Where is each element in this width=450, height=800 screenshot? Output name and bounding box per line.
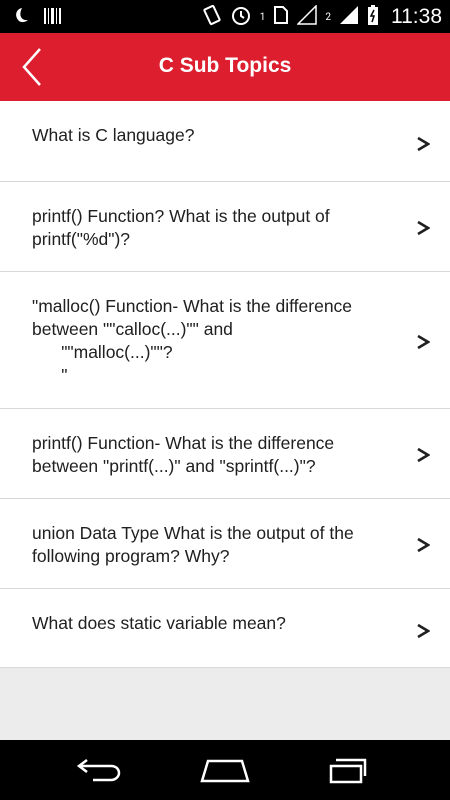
moon-icon [10, 6, 30, 30]
nav-recents-button[interactable] [327, 754, 377, 786]
list-item[interactable]: printf() Function? What is the output of… [0, 182, 450, 272]
list-item[interactable]: "malloc() Function- What is the differen… [0, 272, 450, 409]
navigation-bar [0, 740, 450, 800]
battery-icon [367, 4, 379, 30]
page-title: C Sub Topics [158, 54, 292, 77]
list-item-label: printf() Function- What is the differenc… [32, 433, 340, 476]
network-label: 2 [325, 11, 331, 23]
alarm-icon [230, 4, 252, 30]
status-time: 11:38 [391, 5, 442, 28]
list-item[interactable]: What does static variable mean? [0, 589, 450, 668]
chevron-right-icon [417, 334, 430, 350]
sim-card-icon [273, 4, 289, 30]
list-item-label: "malloc() Function- What is the differen… [32, 296, 353, 385]
chevron-right-icon [417, 136, 430, 152]
chevron-right-icon [417, 447, 430, 463]
signal-icon [296, 4, 318, 29]
wifi-icon [339, 5, 359, 29]
chevron-right-icon [417, 220, 430, 236]
sim-label: 1 [259, 11, 266, 23]
list-item-label: union Data Type What is the output of th… [32, 523, 359, 566]
status-right: 1 2 11:38 [202, 4, 442, 30]
nav-back-icon [76, 759, 121, 782]
status-bar: 1 2 11:38 [0, 0, 450, 33]
barcode-icon [44, 6, 62, 30]
topic-list: What is C language? printf() Function? W… [0, 101, 450, 668]
empty-area [0, 668, 450, 740]
nav-recents-icon [329, 758, 367, 784]
vibrate-icon [202, 4, 222, 30]
nav-home-button[interactable] [200, 754, 250, 786]
list-item[interactable]: printf() Function- What is the differenc… [0, 409, 450, 499]
nav-home-icon [200, 759, 250, 783]
app-bar: C Sub Topics [0, 33, 450, 101]
status-left [10, 6, 62, 30]
chevron-right-icon [417, 623, 430, 639]
chevron-right-icon [417, 537, 430, 553]
list-item[interactable]: What is C language? [0, 101, 450, 182]
nav-back-button[interactable] [75, 754, 125, 786]
list-item-label: printf() Function? What is the output of… [32, 206, 335, 249]
list-item-label: What is C language? [32, 125, 195, 145]
list-item[interactable]: union Data Type What is the output of th… [0, 499, 450, 589]
list-item-label: What does static variable mean? [32, 613, 286, 633]
